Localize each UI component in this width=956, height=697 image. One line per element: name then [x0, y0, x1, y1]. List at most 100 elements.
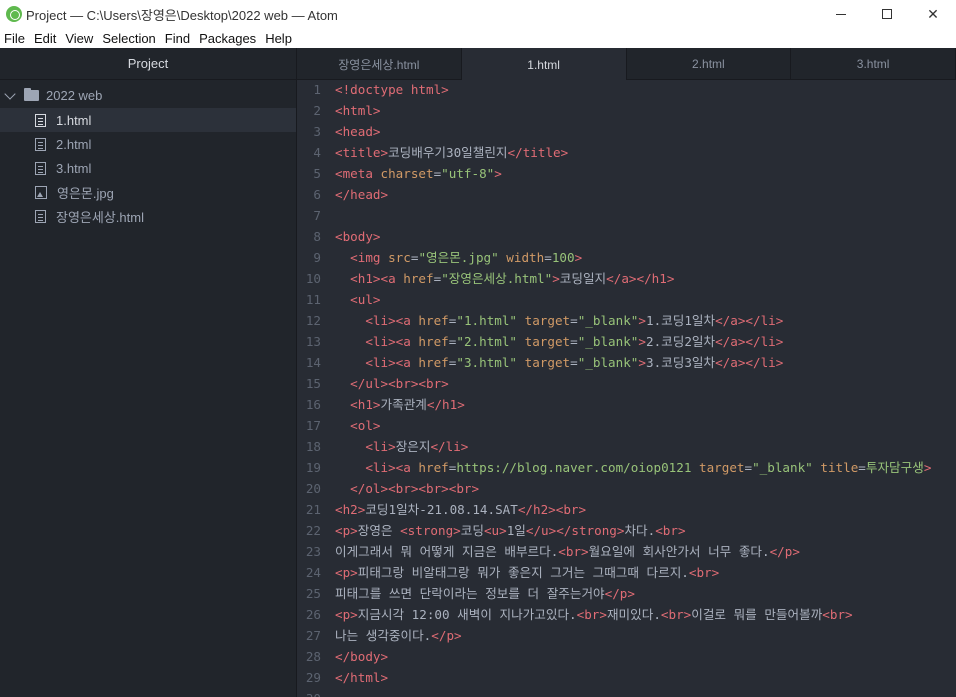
code-token: "영은몬.jpg" [418, 250, 499, 265]
code-token: <head> [335, 124, 381, 139]
code-line[interactable]: 19 <li><a href = https://blog.naver.com/oi… [297, 457, 956, 478]
code-line[interactable]: 10 <h1><a href="장영은세상.html">코딩일지</a></h1… [297, 268, 956, 289]
code-line[interactable]: 29 </html> [297, 667, 956, 688]
code-token: 1.코딩1일차 [645, 313, 716, 328]
project-panel-header[interactable]: Project [0, 48, 296, 80]
project-tree-panel: Project 2022 web 1.html 2.html 3.html 영은… [0, 48, 297, 697]
line-number: 1 [313, 82, 321, 97]
code-text: 나는 생각중이다.</p> [335, 625, 462, 646]
code-line[interactable]: 9 <img src="영은몬.jpg" width=100> [297, 247, 956, 268]
code-token: <html> [335, 103, 381, 118]
tab-main-html[interactable]: 장영은세상.html [297, 48, 462, 80]
code-line[interactable]: 26 <p>지금시각 12:00 새벽이 지나가고있다.<br>재미있다.<br>… [297, 604, 956, 625]
line-number: 11 [305, 292, 321, 307]
code-token: </h1> [426, 397, 465, 412]
code-line[interactable]: 8 <body> [297, 226, 956, 247]
tab-1-html[interactable]: 1.html [461, 48, 627, 81]
code-token: <li><a [365, 355, 419, 370]
tree-root-folder[interactable]: 2022 web [0, 82, 296, 108]
menu-packages[interactable]: Packages [195, 31, 261, 46]
tree-file-3-html[interactable]: 3.html [0, 156, 296, 180]
code-line[interactable]: 16 <h1>가족관계</h1> [297, 394, 956, 415]
menu-help[interactable]: Help [261, 31, 297, 46]
code-editor[interactable]: 1 <!doctype html> 2 <html> 3 <head> 4 <title>코딩… [297, 80, 956, 697]
code-line[interactable]: 2 <html> [297, 100, 956, 121]
code-line[interactable]: 23 이게그래서 뭐 어떻게 지금은 배부르다.<br>월요일에 회사안가서 너무… [297, 541, 956, 562]
code-token: 피태그를 쓰면 단락이라는 정보를 더 잘주는거야 [335, 586, 605, 601]
code-line[interactable]: 17 <ol> [297, 415, 956, 436]
code-token: href [418, 355, 449, 370]
code-line[interactable]: 15 </ul><br><br> [297, 373, 956, 394]
minimize-icon [836, 13, 846, 15]
code-line[interactable]: 5 <meta charset="utf-8"> [297, 163, 956, 184]
code-line[interactable]: 25 피태그를 쓰면 단락이라는 정보를 더 잘주는거야</p> [297, 583, 956, 604]
code-token: 투자담구생 [865, 460, 924, 475]
code-line[interactable]: 30 [297, 688, 956, 697]
tab-3-html[interactable]: 3.html [791, 48, 956, 80]
code-line[interactable]: 6 </head> [297, 184, 956, 205]
close-icon: ✕ [927, 5, 939, 22]
code-line[interactable]: 13 <li><a href="2.html" target="_blank">… [297, 331, 956, 352]
code-line[interactable]: 4 <title>코딩배우기30일챌린지</title> [297, 142, 956, 163]
code-token: "_blank" [577, 313, 639, 328]
line-number: 4 [313, 145, 321, 160]
code-line[interactable]: 21 <h2>코딩1일차-21.08.14.SAT</h2><br> [297, 499, 956, 520]
code-text: <title>코딩배우기30일챌린지</title> [335, 142, 568, 163]
code-token: <br> [655, 523, 686, 538]
code-line[interactable]: 7 [297, 205, 956, 226]
code-token: <u> [483, 523, 507, 538]
code-token: </h2><br> [517, 502, 587, 517]
line-number: 20 [305, 481, 321, 496]
code-text: 피태그를 쓰면 단락이라는 정보를 더 잘주는거야</p> [335, 583, 635, 604]
code-line[interactable]: 18 <li>장은지</li> [297, 436, 956, 457]
code-token: = [744, 460, 753, 475]
code-line[interactable]: 1 <!doctype html> [297, 80, 956, 100]
menu-selection[interactable]: Selection [98, 31, 160, 46]
code-line[interactable]: 11 <ul> [297, 289, 956, 310]
menu-view[interactable]: View [61, 31, 98, 46]
code-line[interactable]: 12 <li><a href="1.html" target="_blank">… [297, 310, 956, 331]
tree-file-1-html[interactable]: 1.html [0, 108, 296, 132]
tree-file-image[interactable]: 영은몬.jpg [0, 180, 296, 204]
minimize-button[interactable] [818, 0, 864, 28]
tree-file-2-html[interactable]: 2.html [0, 132, 296, 156]
code-token: 이걸로 뭐를 만들어볼까 [691, 607, 823, 622]
code-line[interactable]: 3 <head> [297, 121, 956, 142]
code-token: </a></h1> [606, 271, 675, 286]
code-token: 3.코딩3일차 [645, 355, 716, 370]
line-number: 17 [305, 418, 321, 433]
menu-edit[interactable]: Edit [30, 31, 61, 46]
code-token: 차다. [624, 523, 656, 538]
line-number: 12 [305, 313, 321, 328]
code-line[interactable]: 20 </ol><br><br><br> [297, 478, 956, 499]
code-token: target [524, 313, 571, 328]
code-line[interactable]: 28 </body> [297, 646, 956, 667]
code-token: </title> [507, 145, 569, 160]
code-token: = [570, 334, 578, 349]
code-token: href [418, 334, 449, 349]
line-number: 6 [313, 187, 321, 202]
close-button[interactable]: ✕ [910, 0, 956, 28]
code-line[interactable]: 22 <p>장영은 <strong>코딩<u>1일</u></strong>차다.… [297, 520, 956, 541]
code-line[interactable]: 14 <li><a href="3.html" target="_blank">… [297, 352, 956, 373]
code-line[interactable]: 27 나는 생각중이다.</p> [297, 625, 956, 646]
code-token: <li> [365, 439, 396, 454]
code-text: </head> [335, 184, 388, 205]
code-text: <!doctype html> [335, 80, 449, 100]
tree-file-main-html[interactable]: 장영은세상.html [0, 204, 296, 228]
menu-file[interactable]: File [0, 31, 30, 46]
code-line[interactable]: 24 <p>피태그랑 비알태그랑 뭐가 좋은지 그거는 그때그때 다르지.<br> [297, 562, 956, 583]
tab-2-html[interactable]: 2.html [627, 48, 792, 80]
code-token: 1일 [506, 523, 526, 538]
menu-find[interactable]: Find [161, 31, 195, 46]
tree-file-label: 2.html [56, 136, 92, 152]
maximize-button[interactable] [864, 0, 910, 28]
code-token: "2.html" [456, 334, 518, 349]
